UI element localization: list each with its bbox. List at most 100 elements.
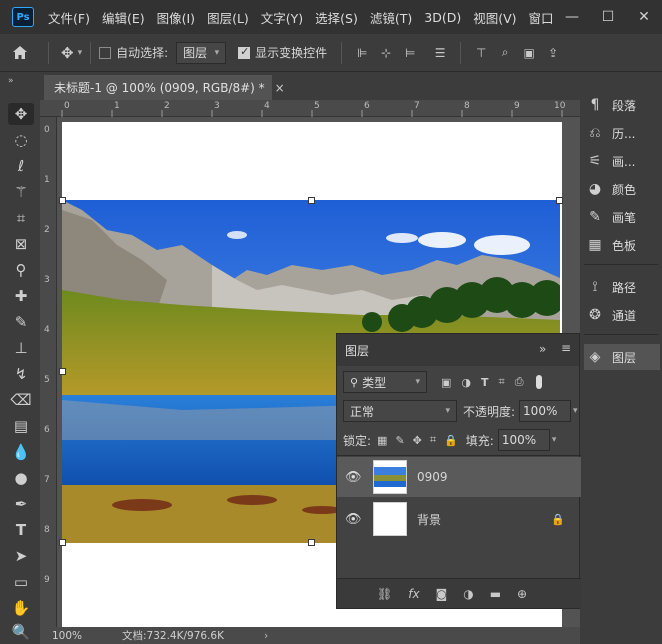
gradient-tool-icon[interactable]: ▤ <box>8 415 34 437</box>
path-selection-tool-icon[interactable]: ➤ <box>8 545 34 567</box>
align-center-icon[interactable]: ⊹ <box>378 45 394 61</box>
blur-tool-icon[interactable]: 💧 <box>8 441 34 463</box>
transform-handle[interactable] <box>59 539 66 546</box>
workspace-icon[interactable]: ▣ <box>521 45 537 61</box>
auto-select-checkbox[interactable] <box>99 46 112 59</box>
panel-paragraph[interactable]: ¶ 段落 <box>584 92 660 118</box>
eraser-tool-icon[interactable]: ⌫ <box>8 389 34 411</box>
panel-layers[interactable]: ◈ 图层 <box>584 344 660 370</box>
link-icon[interactable]: ⛓ <box>377 587 392 601</box>
lock-icon[interactable]: 🔒 <box>551 513 565 526</box>
blend-mode-dropdown[interactable]: 正常 ▾ <box>343 400 457 422</box>
photoshop-logo-icon[interactable]: Ps <box>12 7 34 27</box>
menu-image[interactable]: 图像(I) <box>157 8 195 27</box>
adjustment-icon[interactable]: ◑ <box>463 587 473 601</box>
eyedropper-tool-icon[interactable]: ⚲ <box>8 259 34 281</box>
transform-handle[interactable] <box>308 539 315 546</box>
menu-type[interactable]: 文字(Y) <box>261 8 303 27</box>
layer-row-background[interactable]: 👁 背景 🔒 <box>337 499 581 539</box>
visibility-eye-icon[interactable]: 👁 <box>345 512 362 527</box>
panel-history[interactable]: ⎌ 历... <box>584 120 660 146</box>
chevron-down-icon[interactable]: ▾ <box>573 406 578 416</box>
clone-stamp-tool-icon[interactable]: ⊥ <box>8 337 34 359</box>
show-transform-checkbox[interactable] <box>238 45 251 59</box>
home-icon[interactable] <box>0 45 40 60</box>
healing-brush-tool-icon[interactable]: ✚ <box>8 285 34 307</box>
pen-tool-icon[interactable]: ✒ <box>8 493 34 515</box>
panel-brush-settings[interactable]: ⚟ 画... <box>584 148 660 174</box>
transform-handle[interactable] <box>59 197 66 204</box>
visibility-eye-icon[interactable]: 👁 <box>345 470 362 485</box>
layer-name[interactable]: 0909 <box>417 470 448 484</box>
folder-icon[interactable]: ▬ <box>490 587 501 601</box>
marquee-tool-icon[interactable]: ◌ <box>8 129 34 151</box>
type-filter-icon[interactable]: T <box>481 376 489 389</box>
filter-kind-dropdown[interactable]: ⚲ 类型 ▾ <box>343 371 427 393</box>
rectangle-tool-icon[interactable]: ▭ <box>8 571 34 593</box>
panel-color[interactable]: ◕ 颜色 <box>584 176 660 202</box>
new-layer-icon[interactable]: ⊕ <box>517 587 527 601</box>
layers-panel-title[interactable]: 图层 <box>345 342 369 359</box>
adjustment-filter-icon[interactable]: ◑ <box>461 376 471 389</box>
mask-icon[interactable]: ◙ <box>436 587 448 601</box>
pixel-filter-icon[interactable]: ▣ <box>441 376 451 389</box>
menu-filter[interactable]: 滤镜(T) <box>370 8 412 27</box>
lock-artboard-icon[interactable]: ⌗ <box>430 433 436 447</box>
transform-handle[interactable] <box>556 197 563 204</box>
search-icon[interactable]: ⌕ <box>497 45 513 61</box>
fx-icon[interactable]: fx <box>408 587 419 601</box>
close-window-button[interactable]: ✕ <box>626 0 662 34</box>
status-menu-arrow[interactable]: › <box>264 630 268 642</box>
menu-window[interactable]: 窗口 <box>529 8 554 27</box>
transform-handle[interactable] <box>308 197 315 204</box>
panel-channels[interactable]: ❂ 通道 <box>584 302 660 328</box>
layer-row-0909[interactable]: 👁 0909 <box>337 457 581 497</box>
align-right-icon[interactable]: ⊨ <box>402 45 418 61</box>
minimize-button[interactable]: — <box>554 0 590 34</box>
frame-tool-icon[interactable]: ⊠ <box>8 233 34 255</box>
share-icon[interactable]: ⇪ <box>545 45 561 61</box>
panel-brushes[interactable]: ✎ 画笔 <box>584 204 660 230</box>
layer-name[interactable]: 背景 <box>417 511 441 528</box>
close-tab-icon[interactable]: × <box>275 81 285 95</box>
history-brush-tool-icon[interactable]: ↯ <box>8 363 34 385</box>
panel-swatches[interactable]: ▦ 色板 <box>584 232 660 258</box>
menu-layer[interactable]: 图层(L) <box>207 8 249 27</box>
filter-toggle[interactable] <box>535 375 542 389</box>
maximize-button[interactable]: ☐ <box>590 0 626 34</box>
distribute-icon[interactable]: ☰ <box>432 45 448 61</box>
fill-field[interactable]: 100% <box>497 429 550 451</box>
lock-position-icon[interactable]: ✥ <box>413 434 422 447</box>
brush-tool-icon[interactable]: ✎ <box>8 311 34 333</box>
menu-file[interactable]: 文件(F) <box>48 8 90 27</box>
lasso-tool-icon[interactable]: ℓ <box>8 155 34 177</box>
document-tab[interactable]: 未标题-1 @ 100% (0909, RGB/8#) * × <box>44 75 285 100</box>
transform-handle[interactable] <box>59 368 66 375</box>
menu-select[interactable]: 选择(S) <box>315 8 358 27</box>
move-tool-preset[interactable]: ✥ ▾ <box>61 44 82 62</box>
magic-wand-tool-icon[interactable]: ⚚ <box>8 181 34 203</box>
lock-pixels-icon[interactable]: ✎ <box>395 434 404 447</box>
lock-transparent-icon[interactable]: ▦ <box>377 434 387 447</box>
align-top-icon[interactable]: ⊤ <box>473 45 489 61</box>
hand-tool-icon[interactable]: ✋ <box>8 597 34 619</box>
panel-paths[interactable]: ⟟ 路径 <box>584 274 660 300</box>
zoom-tool-icon[interactable]: 🔍 <box>8 621 34 643</box>
zoom-level[interactable]: 100% <box>52 630 92 642</box>
auto-select-target-dropdown[interactable]: 图层 ▾ <box>176 41 227 64</box>
shape-filter-icon[interactable]: ⌗ <box>499 375 505 389</box>
lock-all-icon[interactable]: 🔒 <box>444 434 458 447</box>
panel-menu-icon[interactable]: ≡ <box>561 341 571 355</box>
menu-3d[interactable]: 3D(D) <box>424 10 461 25</box>
menu-edit[interactable]: 编辑(E) <box>102 8 145 27</box>
collapse-icon[interactable]: » <box>539 342 546 356</box>
align-left-icon[interactable]: ⊫ <box>354 45 370 61</box>
menu-view[interactable]: 视图(V) <box>473 8 516 27</box>
dodge-tool-icon[interactable]: ● <box>8 467 34 489</box>
opacity-field[interactable]: 100% <box>519 400 572 422</box>
collapse-toolbar-icon[interactable]: » <box>8 76 14 86</box>
smart-object-filter-icon[interactable]: ⎙ <box>515 375 524 389</box>
chevron-down-icon[interactable]: ▾ <box>552 435 557 445</box>
type-tool-icon[interactable]: T <box>8 519 34 541</box>
move-tool-icon[interactable]: ✥ <box>8 103 34 125</box>
